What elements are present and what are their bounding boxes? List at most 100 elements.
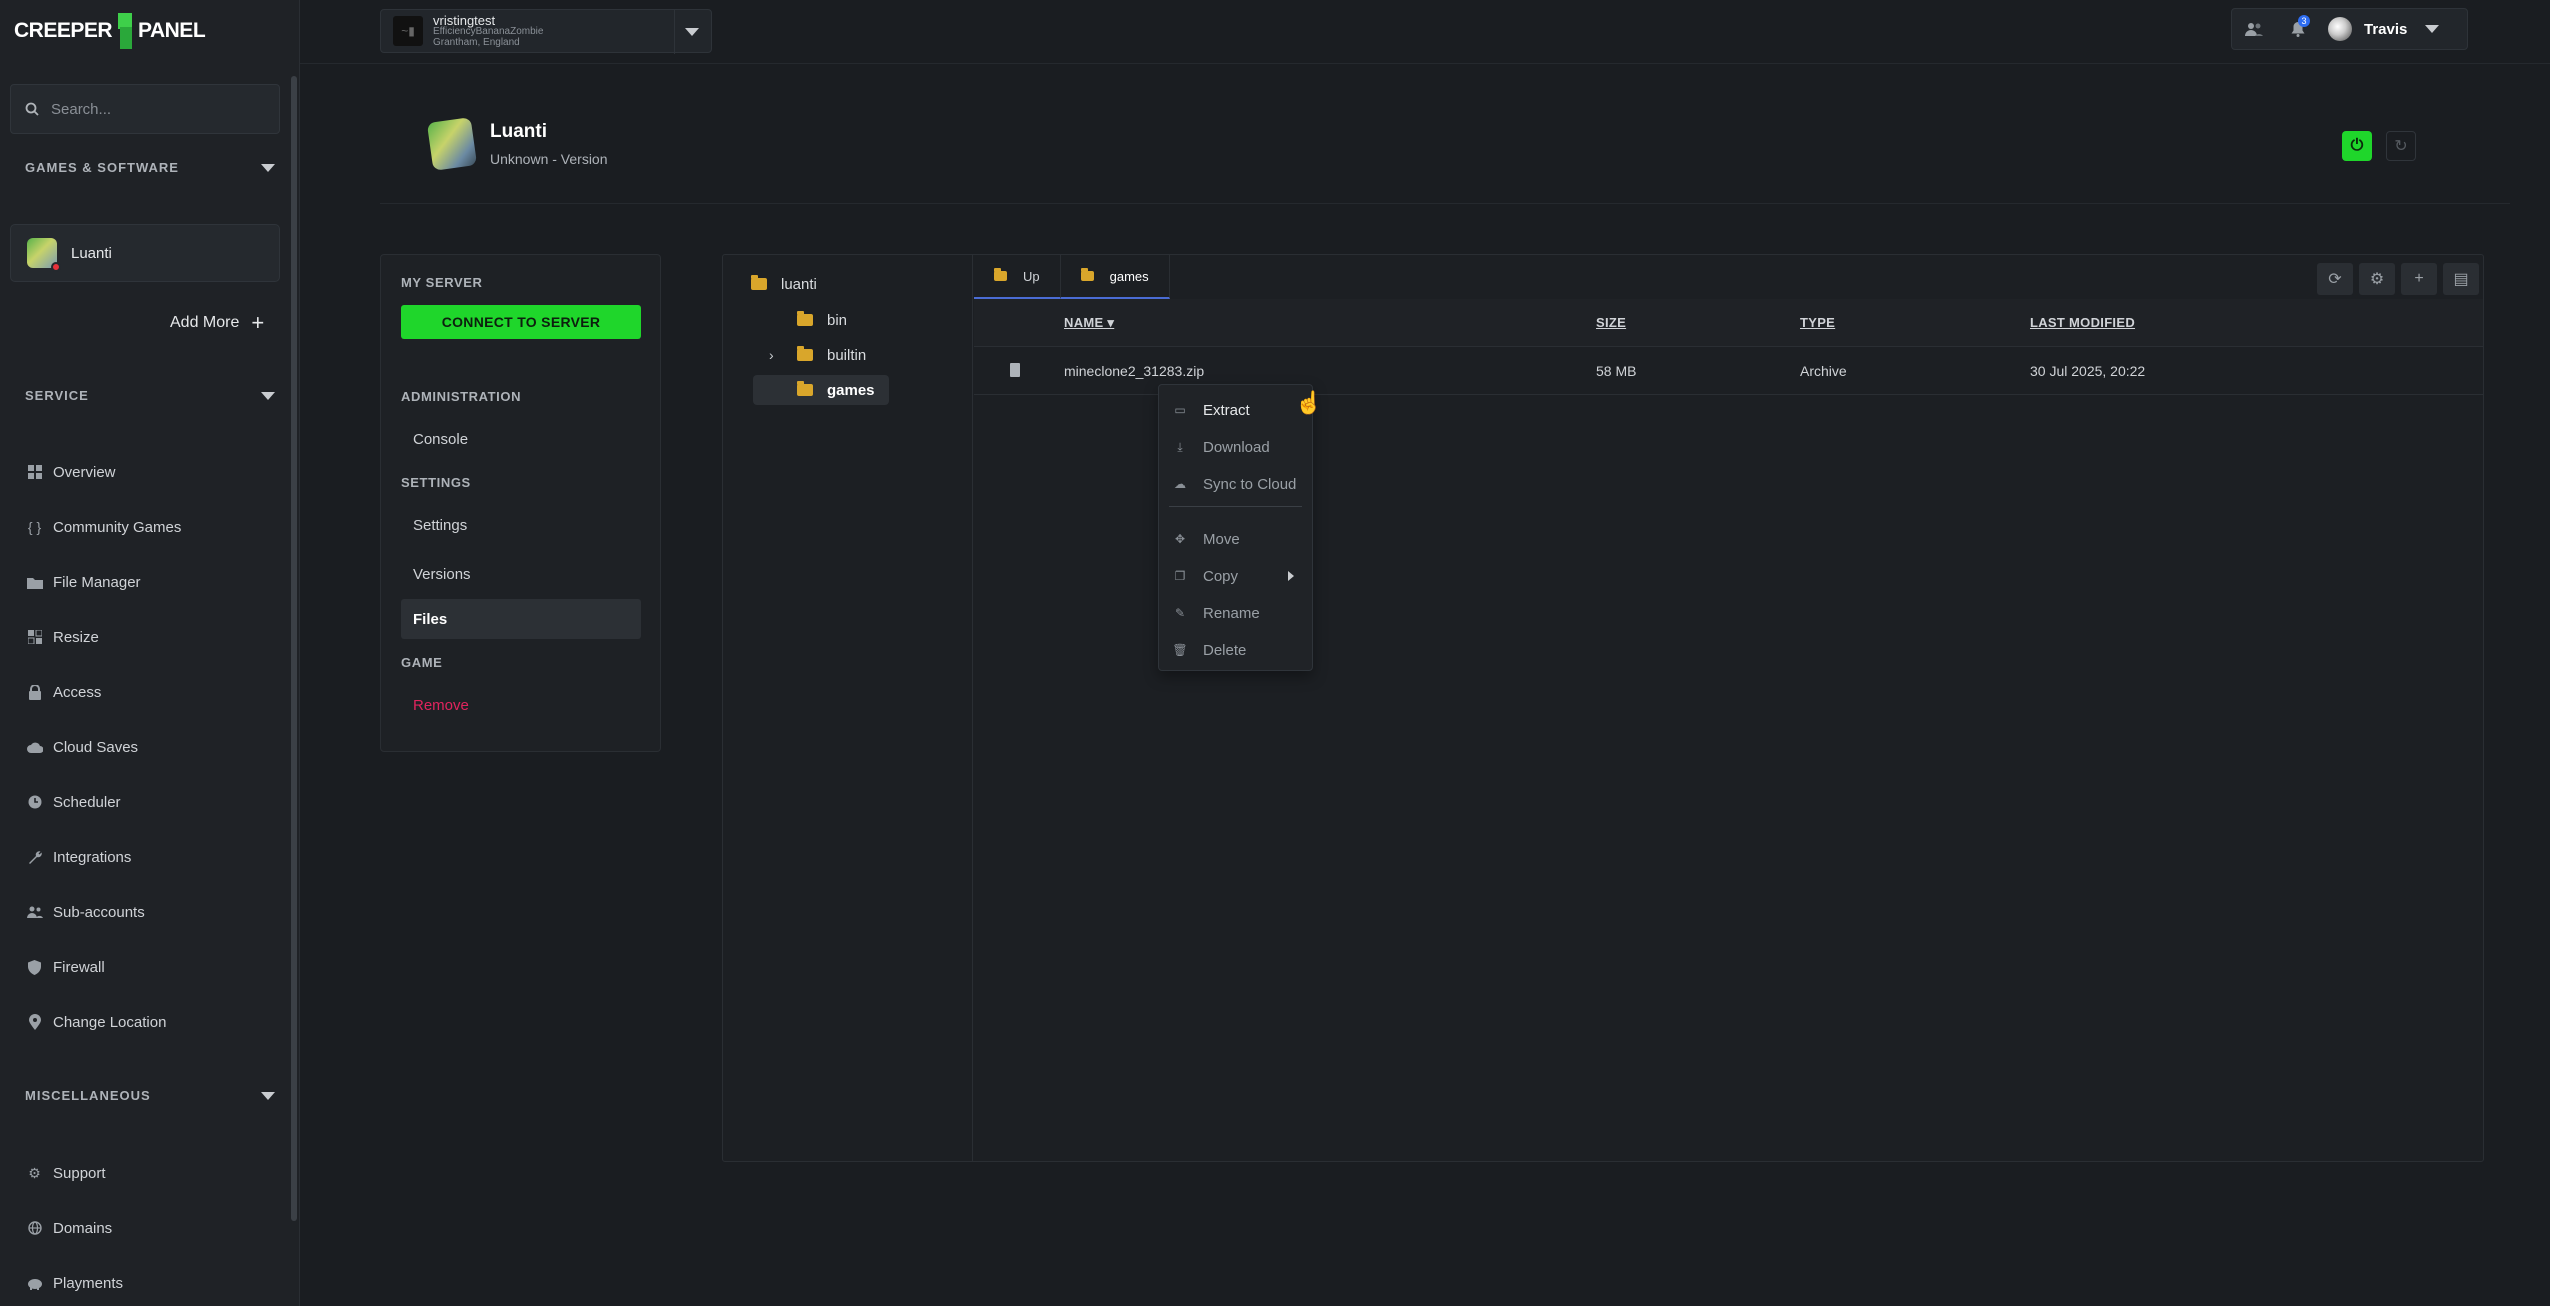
file-modified: 30 Jul 2025, 20:22: [2030, 363, 2146, 379]
sidebar-item-community-games[interactable]: { } Community Games: [26, 515, 182, 539]
file-type: Archive: [1800, 363, 1847, 379]
context-extract[interactable]: ▭ Extract: [1159, 395, 1312, 425]
folder-icon: [1080, 268, 1094, 281]
context-label: Sync to Cloud: [1203, 475, 1297, 493]
server-name: vristingtest: [433, 12, 496, 28]
sidebar-item-sub-accounts[interactable]: Sub-accounts: [26, 900, 145, 924]
service-heading[interactable]: SERVICE: [25, 388, 275, 403]
tab-label: games: [1109, 268, 1149, 284]
folder-icon: [26, 574, 43, 591]
page-title: Luanti: [490, 121, 547, 142]
column-size-header[interactable]: SIZE: [1596, 315, 1626, 330]
chevron-down-icon: [685, 28, 699, 36]
chevron-right-icon: [1288, 571, 1294, 581]
trash-icon: 🗑: [1172, 643, 1188, 657]
sidebar-item-playments[interactable]: Playments: [26, 1271, 123, 1295]
server-game-icon: [426, 117, 478, 171]
menu-item-remove[interactable]: Remove: [401, 685, 641, 725]
users-button[interactable]: [2232, 8, 2276, 50]
folder-icon: [797, 346, 813, 361]
sidebar-item-cloud-saves[interactable]: Cloud Saves: [26, 735, 138, 759]
server-selector[interactable]: ~▮ vristingtest EfficiencyBananaZombie G…: [380, 9, 712, 54]
braces-icon: { }: [27, 519, 42, 535]
context-menu: ▭ Extract ⤓ Download ☁ Sync to Cloud ✥ M…: [1158, 384, 1313, 671]
menu-item-files[interactable]: Files: [401, 599, 641, 639]
path-tabs: Up games: [974, 255, 1170, 299]
search-input[interactable]: [51, 100, 271, 118]
context-sync-cloud[interactable]: ☁ Sync to Cloud: [1159, 469, 1312, 499]
menu-item-settings[interactable]: Settings: [401, 505, 641, 545]
column-modified-header[interactable]: LAST MODIFIED: [2030, 315, 2135, 330]
sidebar-item-support[interactable]: ⚙ Support: [26, 1161, 106, 1185]
sidebar-item-resize[interactable]: Resize: [26, 625, 99, 649]
notifications-button[interactable]: 3: [2276, 8, 2320, 50]
chevron-right-icon[interactable]: ›: [769, 347, 783, 363]
menu-item-versions[interactable]: Versions: [401, 554, 641, 594]
sidebar-item-label: Support: [53, 1164, 106, 1182]
status-dot: [51, 262, 61, 272]
tree-item-luanti[interactable]: luanti: [751, 269, 817, 299]
tree-item-bin[interactable]: bin: [797, 305, 847, 335]
piggy-bank-icon: [26, 1275, 43, 1292]
restart-button[interactable]: ↻: [2386, 131, 2416, 161]
column-name-header[interactable]: NAME ▾: [1064, 315, 1114, 331]
sidebar-item-label: Change Location: [53, 1013, 167, 1031]
sidebar-item-file-manager[interactable]: File Manager: [26, 570, 141, 594]
sidebar-scroll-thumb[interactable]: [291, 76, 297, 1221]
context-label: Copy: [1203, 567, 1239, 585]
wrench-icon: [26, 849, 43, 866]
service-heading-label: SERVICE: [25, 388, 89, 403]
user-menu[interactable]: Travis: [2328, 17, 2440, 41]
games-software-heading[interactable]: GAMES & SOFTWARE: [25, 160, 275, 175]
tree-item-builtin[interactable]: › builtin: [769, 340, 866, 370]
refresh-button[interactable]: ⟳: [2317, 263, 2353, 295]
folder-icon: [797, 311, 813, 326]
sidebar-scrollbar[interactable]: [290, 68, 298, 1300]
panel-button[interactable]: ▤: [2443, 263, 2479, 295]
sidebar-item-access[interactable]: Access: [26, 680, 101, 704]
sidebar-item-overview[interactable]: Overview: [26, 460, 116, 484]
sidebar-item-change-location[interactable]: Change Location: [26, 1010, 166, 1034]
game-card-luanti[interactable]: Luanti: [10, 224, 280, 282]
tree-item-games[interactable]: games: [753, 375, 889, 405]
settings-button[interactable]: ⚙: [2359, 263, 2395, 295]
game-card-label: Luanti: [71, 244, 112, 262]
power-button[interactable]: ⏻: [2342, 131, 2372, 161]
sidebar-item-label: Firewall: [53, 958, 105, 976]
server-node: EfficiencyBananaZombie: [433, 25, 544, 37]
file-size: 58 MB: [1596, 363, 1637, 379]
cloud-icon: [26, 739, 43, 756]
tab-up[interactable]: Up: [974, 255, 1061, 299]
context-move[interactable]: ✥ Move: [1159, 524, 1312, 554]
add-more-button[interactable]: Add More +: [170, 310, 265, 335]
add-button[interactable]: +: [2401, 263, 2437, 295]
games-heading-label: GAMES & SOFTWARE: [25, 160, 179, 175]
context-label: Extract: [1203, 401, 1250, 419]
folder-open-icon: [797, 381, 813, 396]
context-rename[interactable]: ✎ Rename: [1159, 598, 1312, 628]
copy-icon: ❐: [1174, 569, 1186, 583]
sidebar-item-domains[interactable]: Domains: [26, 1216, 112, 1240]
search-box[interactable]: [10, 84, 280, 134]
context-label: Delete: [1203, 641, 1247, 659]
context-copy[interactable]: ❐ Copy: [1159, 561, 1312, 591]
logo[interactable]: CREEPER PANEL: [14, 10, 206, 52]
tab-games[interactable]: games: [1060, 255, 1170, 299]
column-type-header[interactable]: TYPE: [1800, 315, 1835, 330]
misc-heading[interactable]: MISCELLANEOUS: [25, 1088, 275, 1103]
gear-icon: ⚙: [28, 1164, 41, 1181]
context-delete[interactable]: 🗑 Delete: [1159, 635, 1312, 665]
sidebar-item-integrations[interactable]: Integrations: [26, 845, 131, 869]
sidebar-item-scheduler[interactable]: Scheduler: [26, 790, 121, 814]
search-icon: [25, 102, 39, 116]
plus-icon: +: [251, 310, 265, 335]
notification-badge: 3: [2298, 15, 2310, 27]
menu-item-console[interactable]: Console: [401, 419, 641, 459]
sidebar-item-firewall[interactable]: Firewall: [26, 955, 105, 979]
refresh-icon: ⟳: [2328, 271, 2342, 288]
sidebar-item-label: Access: [53, 683, 102, 701]
folder-icon: [751, 275, 767, 290]
plus-icon: +: [2414, 270, 2424, 287]
connect-to-server-button[interactable]: CONNECT TO SERVER: [401, 305, 641, 339]
context-download[interactable]: ⤓ Download: [1159, 432, 1312, 462]
